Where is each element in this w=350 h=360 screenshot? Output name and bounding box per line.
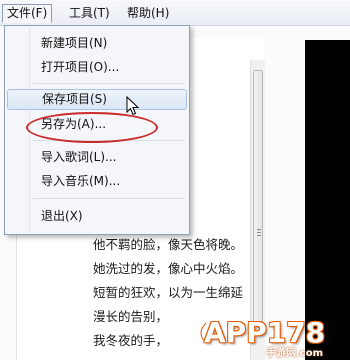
menu-tools[interactable]: 工具(T): [64, 4, 115, 23]
lyric-line: 她洗过的发，像心中火焰。: [93, 261, 244, 276]
menu-bar: 文件(F) 工具(T) 帮助(H): [0, 0, 350, 26]
lyric-line: 短暂的狂欢，以为一生绵延: [93, 285, 244, 300]
menu-separator: [33, 198, 185, 199]
watermark-subtext: 手游网.com: [266, 348, 324, 359]
menu-item-new-project[interactable]: 新建项目(N): [7, 33, 187, 54]
preview-panel: [305, 40, 350, 360]
menu-separator: [33, 83, 185, 84]
scroll-grip-icon: [257, 229, 261, 236]
scrollbar-thumb[interactable]: [253, 70, 263, 335]
menu-item-save-project[interactable]: 保存项目(S): [7, 89, 187, 110]
watermark-logo: APP178 手游网.com: [192, 314, 350, 360]
menu-item-import-lyrics[interactable]: 导入歌词(L)...: [7, 147, 187, 168]
menu-help[interactable]: 帮助(H): [122, 4, 174, 23]
mouse-cursor-icon: [126, 96, 140, 116]
menu-file[interactable]: 文件(F): [2, 4, 53, 23]
menu-item-open-project[interactable]: 打开项目(O)...: [7, 57, 187, 78]
menu-item-import-music[interactable]: 导入音乐(M)...: [7, 171, 187, 192]
annotation-ellipse: [26, 112, 158, 143]
lyric-line: 他不羁的脸，像天色将晚。: [93, 237, 244, 252]
menu-item-exit[interactable]: 退出(X): [7, 206, 187, 227]
